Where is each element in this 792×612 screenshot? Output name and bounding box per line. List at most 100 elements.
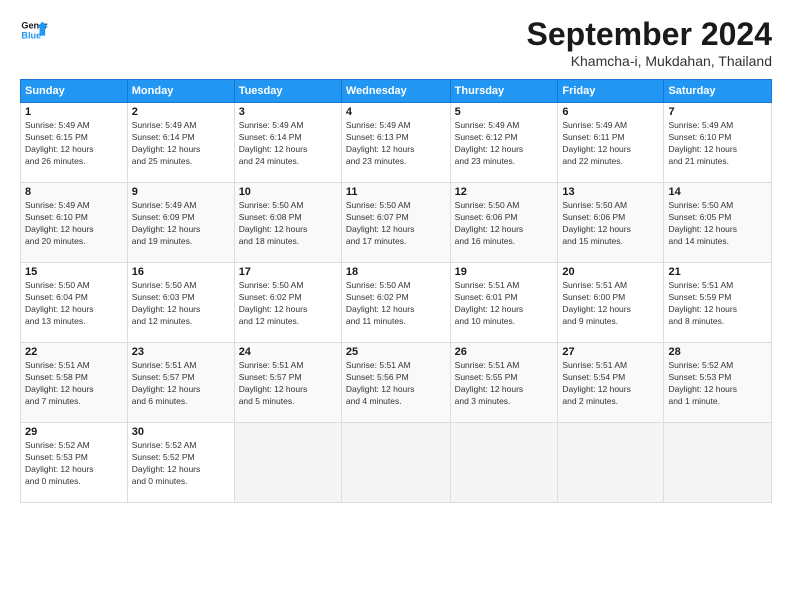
table-row: 16 Sunrise: 5:50 AM Sunset: 6:03 PM Dayli… <box>127 263 234 343</box>
calendar-week-row: 22Sunrise: 5:51 AM Sunset: 5:58 PM Dayli… <box>21 343 772 423</box>
title-block: September 2024 Khamcha-i, Mukdahan, Thai… <box>527 16 772 69</box>
table-row: 20 Sunrise: 5:51 AM Sunset: 6:00 PM Dayli… <box>558 263 664 343</box>
day-number: 21 <box>668 266 767 278</box>
day-info: Sunrise: 5:51 AM Sunset: 5:56 PM Dayligh… <box>346 360 446 408</box>
day-number: 2 <box>132 106 230 118</box>
day-number: 9 <box>132 186 230 198</box>
day-info: Sunrise: 5:51 AM Sunset: 5:57 PM Dayligh… <box>132 360 230 408</box>
col-monday: Monday <box>127 80 234 103</box>
table-row: 8Sunrise: 5:49 AM Sunset: 6:10 PM Daylig… <box>21 183 128 263</box>
svg-text:Blue: Blue <box>21 30 41 40</box>
day-number: 13 <box>562 186 659 198</box>
day-info: Sunrise: 5:51 AM Sunset: 5:55 PM Dayligh… <box>455 360 554 408</box>
table-row: 6 Sunrise: 5:49 AM Sunset: 6:11 PM Daylig… <box>558 103 664 183</box>
table-row: 4Sunrise: 5:49 AM Sunset: 6:13 PM Daylig… <box>341 103 450 183</box>
day-number: 22 <box>25 346 123 358</box>
day-info: Sunrise: 5:49 AM Sunset: 6:11 PM Dayligh… <box>562 120 659 168</box>
day-info: Sunrise: 5:50 AM Sunset: 6:02 PM Dayligh… <box>346 280 446 328</box>
day-info: Sunrise: 5:51 AM Sunset: 5:57 PM Dayligh… <box>239 360 337 408</box>
day-info: Sunrise: 5:51 AM Sunset: 5:59 PM Dayligh… <box>668 280 767 328</box>
day-info: Sunrise: 5:49 AM Sunset: 6:10 PM Dayligh… <box>25 200 123 248</box>
table-row <box>558 423 664 503</box>
day-info: Sunrise: 5:50 AM Sunset: 6:06 PM Dayligh… <box>562 200 659 248</box>
day-number: 18 <box>346 266 446 278</box>
col-friday: Friday <box>558 80 664 103</box>
day-number: 23 <box>132 346 230 358</box>
table-row: 19 Sunrise: 5:51 AM Sunset: 6:01 PM Dayli… <box>450 263 558 343</box>
table-row: 10 Sunrise: 5:50 AM Sunset: 6:08 PM Dayli… <box>234 183 341 263</box>
calendar-header-row: Sunday Monday Tuesday Wednesday Thursday… <box>21 80 772 103</box>
table-row: 26 Sunrise: 5:51 AM Sunset: 5:55 PM Dayli… <box>450 343 558 423</box>
day-number: 26 <box>455 346 554 358</box>
table-row: 5Sunrise: 5:49 AM Sunset: 6:12 PM Daylig… <box>450 103 558 183</box>
page-header: General Blue September 2024 Khamcha-i, M… <box>20 16 772 69</box>
day-number: 20 <box>562 266 659 278</box>
day-number: 19 <box>455 266 554 278</box>
table-row: 25 Sunrise: 5:51 AM Sunset: 5:56 PM Dayli… <box>341 343 450 423</box>
table-row: 3 Sunrise: 5:49 AM Sunset: 6:14 PM Daylig… <box>234 103 341 183</box>
table-row: 7 Sunrise: 5:49 AM Sunset: 6:10 PM Daylig… <box>664 103 772 183</box>
calendar-week-row: 15Sunrise: 5:50 AM Sunset: 6:04 PM Dayli… <box>21 263 772 343</box>
day-number: 25 <box>346 346 446 358</box>
col-thursday: Thursday <box>450 80 558 103</box>
table-row: 18 Sunrise: 5:50 AM Sunset: 6:02 PM Dayli… <box>341 263 450 343</box>
table-row: 9 Sunrise: 5:49 AM Sunset: 6:09 PM Daylig… <box>127 183 234 263</box>
day-number: 11 <box>346 186 446 198</box>
table-row: 29Sunrise: 5:52 AM Sunset: 5:53 PM Dayli… <box>21 423 128 503</box>
day-info: Sunrise: 5:52 AM Sunset: 5:52 PM Dayligh… <box>132 440 230 488</box>
table-row: 2 Sunrise: 5:49 AM Sunset: 6:14 PM Daylig… <box>127 103 234 183</box>
table-row: 21 Sunrise: 5:51 AM Sunset: 5:59 PM Dayli… <box>664 263 772 343</box>
calendar-week-row: 8Sunrise: 5:49 AM Sunset: 6:10 PM Daylig… <box>21 183 772 263</box>
day-number: 27 <box>562 346 659 358</box>
day-number: 10 <box>239 186 337 198</box>
month-title: September 2024 <box>527 16 772 53</box>
day-number: 17 <box>239 266 337 278</box>
col-saturday: Saturday <box>664 80 772 103</box>
day-number: 12 <box>455 186 554 198</box>
day-info: Sunrise: 5:50 AM Sunset: 6:04 PM Dayligh… <box>25 280 123 328</box>
table-row <box>341 423 450 503</box>
day-info: Sunrise: 5:51 AM Sunset: 6:01 PM Dayligh… <box>455 280 554 328</box>
day-info: Sunrise: 5:50 AM Sunset: 6:03 PM Dayligh… <box>132 280 230 328</box>
calendar-week-row: 29Sunrise: 5:52 AM Sunset: 5:53 PM Dayli… <box>21 423 772 503</box>
day-info: Sunrise: 5:50 AM Sunset: 6:07 PM Dayligh… <box>346 200 446 248</box>
day-number: 14 <box>668 186 767 198</box>
logo-icon: General Blue <box>20 16 48 44</box>
day-info: Sunrise: 5:49 AM Sunset: 6:10 PM Dayligh… <box>668 120 767 168</box>
table-row: 23 Sunrise: 5:51 AM Sunset: 5:57 PM Dayli… <box>127 343 234 423</box>
calendar-week-row: 1Sunrise: 5:49 AM Sunset: 6:15 PM Daylig… <box>21 103 772 183</box>
day-number: 3 <box>239 106 337 118</box>
table-row: 27 Sunrise: 5:51 AM Sunset: 5:54 PM Dayli… <box>558 343 664 423</box>
day-number: 24 <box>239 346 337 358</box>
col-wednesday: Wednesday <box>341 80 450 103</box>
table-row <box>234 423 341 503</box>
col-sunday: Sunday <box>21 80 128 103</box>
day-info: Sunrise: 5:50 AM Sunset: 6:02 PM Dayligh… <box>239 280 337 328</box>
table-row: 30Sunrise: 5:52 AM Sunset: 5:52 PM Dayli… <box>127 423 234 503</box>
day-number: 4 <box>346 106 446 118</box>
day-info: Sunrise: 5:51 AM Sunset: 5:54 PM Dayligh… <box>562 360 659 408</box>
table-row: 14 Sunrise: 5:50 AM Sunset: 6:05 PM Dayli… <box>664 183 772 263</box>
location: Khamcha-i, Mukdahan, Thailand <box>527 53 772 69</box>
day-number: 7 <box>668 106 767 118</box>
calendar: Sunday Monday Tuesday Wednesday Thursday… <box>20 79 772 503</box>
table-row: 17 Sunrise: 5:50 AM Sunset: 6:02 PM Dayli… <box>234 263 341 343</box>
day-info: Sunrise: 5:50 AM Sunset: 6:08 PM Dayligh… <box>239 200 337 248</box>
day-info: Sunrise: 5:49 AM Sunset: 6:12 PM Dayligh… <box>455 120 554 168</box>
day-number: 16 <box>132 266 230 278</box>
table-row: 24 Sunrise: 5:51 AM Sunset: 5:57 PM Dayli… <box>234 343 341 423</box>
day-info: Sunrise: 5:52 AM Sunset: 5:53 PM Dayligh… <box>25 440 123 488</box>
table-row: 1Sunrise: 5:49 AM Sunset: 6:15 PM Daylig… <box>21 103 128 183</box>
day-info: Sunrise: 5:49 AM Sunset: 6:14 PM Dayligh… <box>239 120 337 168</box>
day-info: Sunrise: 5:50 AM Sunset: 6:05 PM Dayligh… <box>668 200 767 248</box>
day-info: Sunrise: 5:52 AM Sunset: 5:53 PM Dayligh… <box>668 360 767 408</box>
day-number: 28 <box>668 346 767 358</box>
day-number: 1 <box>25 106 123 118</box>
day-info: Sunrise: 5:49 AM Sunset: 6:09 PM Dayligh… <box>132 200 230 248</box>
day-info: Sunrise: 5:49 AM Sunset: 6:14 PM Dayligh… <box>132 120 230 168</box>
table-row: 13 Sunrise: 5:50 AM Sunset: 6:06 PM Dayli… <box>558 183 664 263</box>
day-number: 6 <box>562 106 659 118</box>
table-row: 11 Sunrise: 5:50 AM Sunset: 6:07 PM Dayli… <box>341 183 450 263</box>
table-row <box>664 423 772 503</box>
day-info: Sunrise: 5:51 AM Sunset: 6:00 PM Dayligh… <box>562 280 659 328</box>
